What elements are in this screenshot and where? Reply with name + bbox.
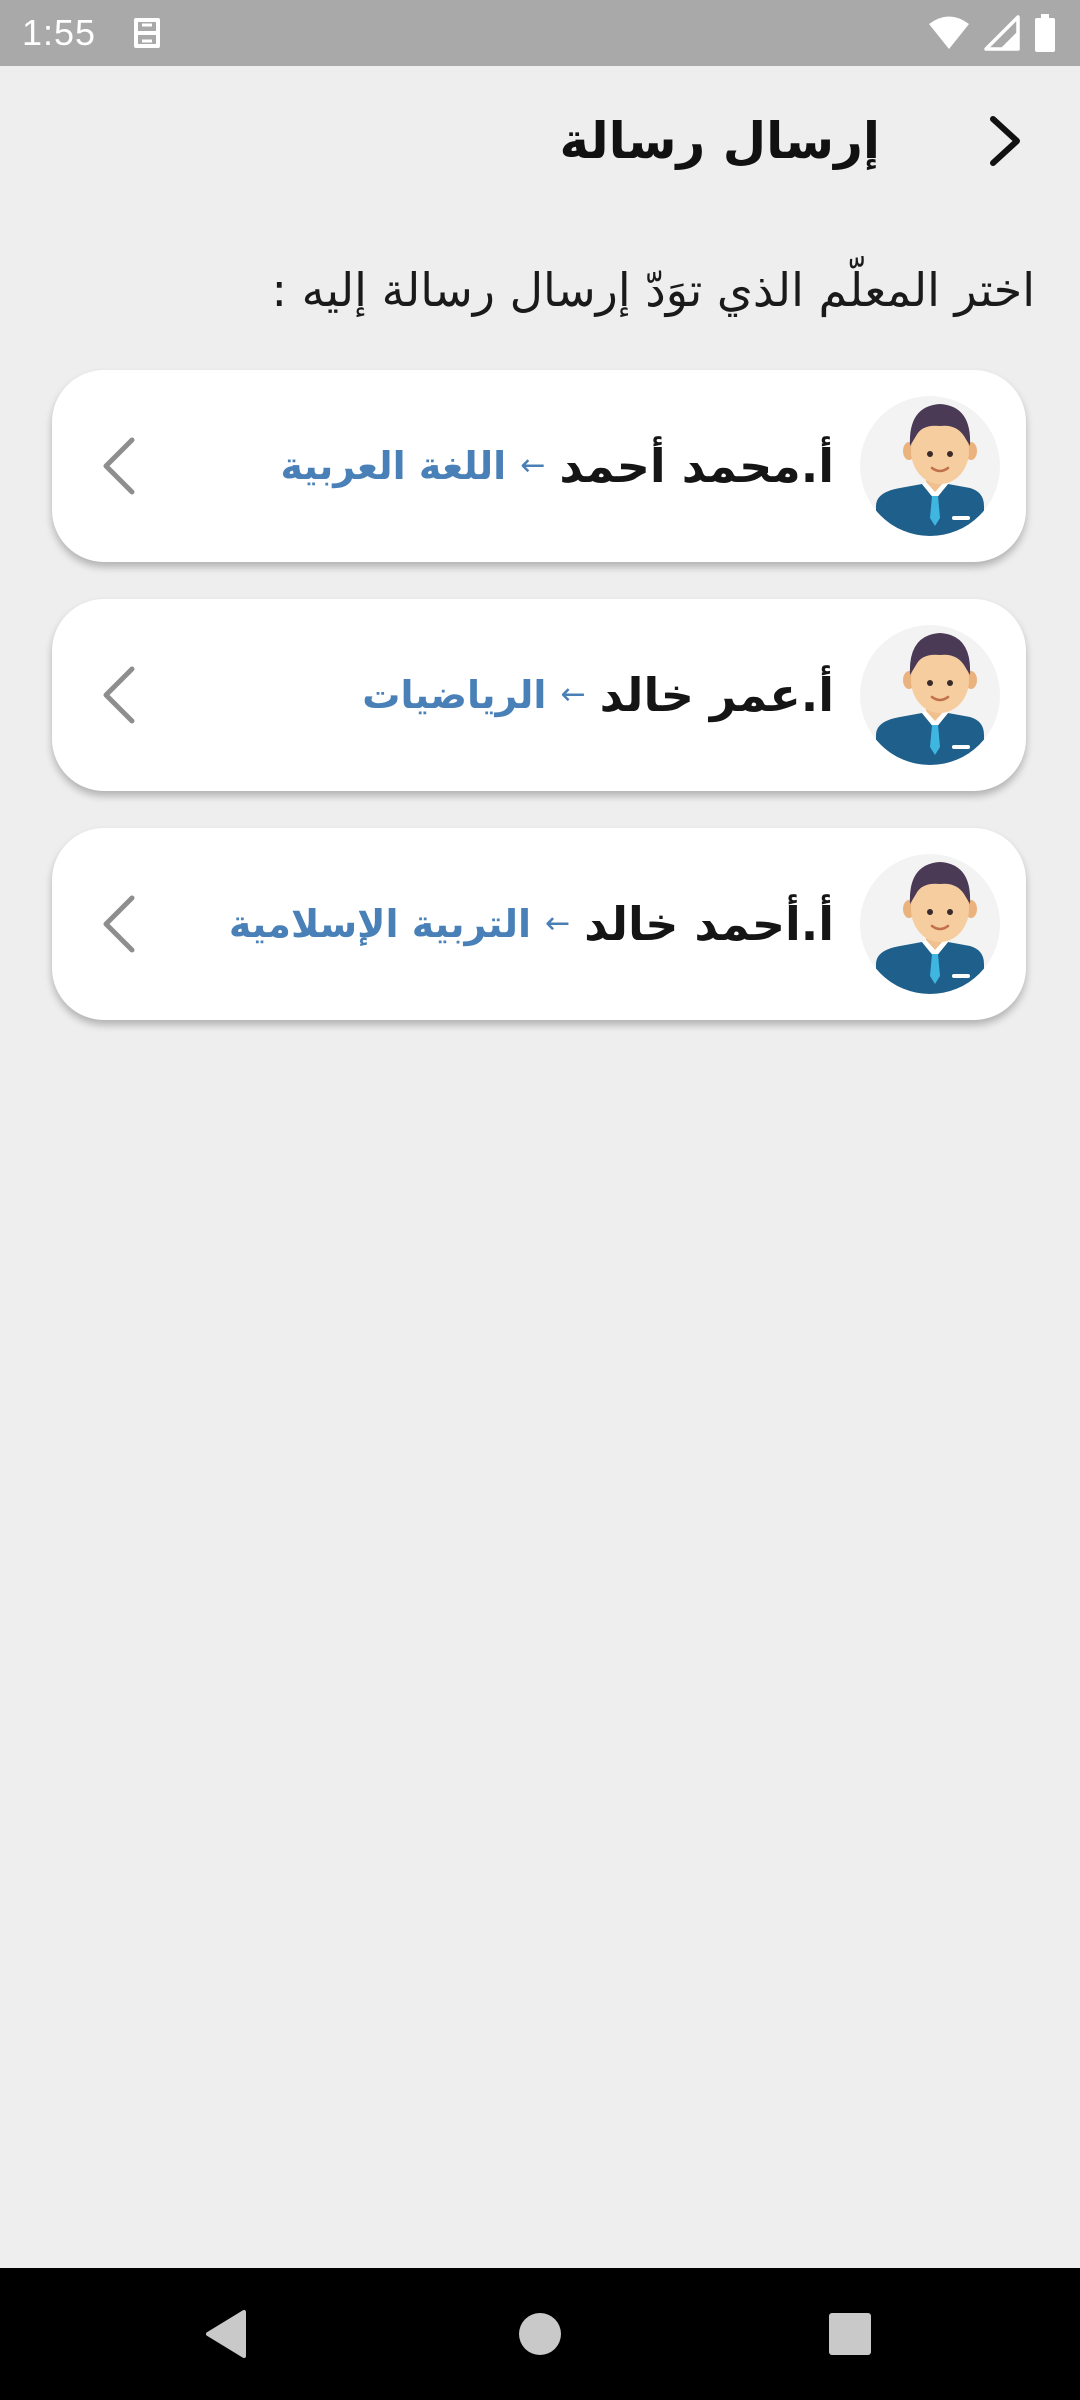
teacher-card[interactable]: أ.عمر خالد ← الرياضيات bbox=[52, 599, 1026, 791]
status-bar: 1:55 bbox=[0, 0, 1080, 66]
status-time: 1:55 bbox=[22, 12, 97, 53]
teacher-card[interactable]: أ.محمد أحمد ← اللغة العربية bbox=[52, 370, 1026, 562]
back-button[interactable] bbox=[970, 106, 1040, 176]
teacher-name: أ.أحمد خالد bbox=[584, 897, 834, 951]
wifi-icon bbox=[929, 16, 969, 49]
page-title: إرسال رسالة bbox=[559, 112, 880, 170]
teacher-avatar-icon bbox=[876, 633, 984, 765]
teacher-avatar-icon bbox=[876, 862, 984, 994]
teacher-info: أ.أحمد خالد ← التربية الإسلامية bbox=[229, 828, 834, 1020]
system-nav-bar bbox=[0, 2268, 1080, 2400]
teacher-avatar bbox=[860, 854, 1000, 994]
cellular-signal-icon bbox=[984, 15, 1020, 51]
chevron-left-icon bbox=[103, 666, 135, 724]
teacher-subject: اللغة العربية bbox=[280, 444, 507, 488]
home-circle-icon[interactable] bbox=[508, 2302, 572, 2366]
back-triangle-icon[interactable] bbox=[194, 2302, 258, 2366]
arrow-left-icon: ← bbox=[545, 906, 571, 941]
teacher-subject: الرياضيات bbox=[362, 673, 547, 717]
recents-square-icon[interactable] bbox=[818, 2302, 882, 2366]
arrow-left-icon: ← bbox=[560, 677, 586, 712]
teacher-subject: التربية الإسلامية bbox=[228, 902, 531, 946]
chevron-left-icon bbox=[103, 895, 135, 953]
teacher-list: أ.محمد أحمد ← اللغة العربية أ.عمر خالد ←… bbox=[52, 370, 1026, 1057]
teacher-info: أ.محمد أحمد ← اللغة العربية bbox=[280, 370, 834, 562]
chevron-right-icon bbox=[990, 116, 1020, 166]
app-notification-icon bbox=[134, 18, 160, 48]
arrow-left-icon: ← bbox=[520, 448, 546, 483]
chevron-left-icon bbox=[103, 437, 135, 495]
teacher-avatar bbox=[860, 396, 1000, 536]
teacher-name: أ.عمر خالد bbox=[599, 668, 834, 722]
teacher-avatar bbox=[860, 625, 1000, 765]
instruction-text: اختر المعلّم الذي توَدّ إرسال رسالة إليه… bbox=[271, 263, 1035, 317]
teacher-avatar-icon bbox=[876, 404, 984, 536]
app-bar: إرسال رسالة bbox=[0, 66, 1080, 216]
teacher-info: أ.عمر خالد ← الرياضيات bbox=[362, 599, 834, 791]
teacher-card[interactable]: أ.أحمد خالد ← التربية الإسلامية bbox=[52, 828, 1026, 1020]
battery-icon bbox=[1035, 14, 1055, 52]
teacher-name: أ.محمد أحمد bbox=[559, 439, 834, 493]
